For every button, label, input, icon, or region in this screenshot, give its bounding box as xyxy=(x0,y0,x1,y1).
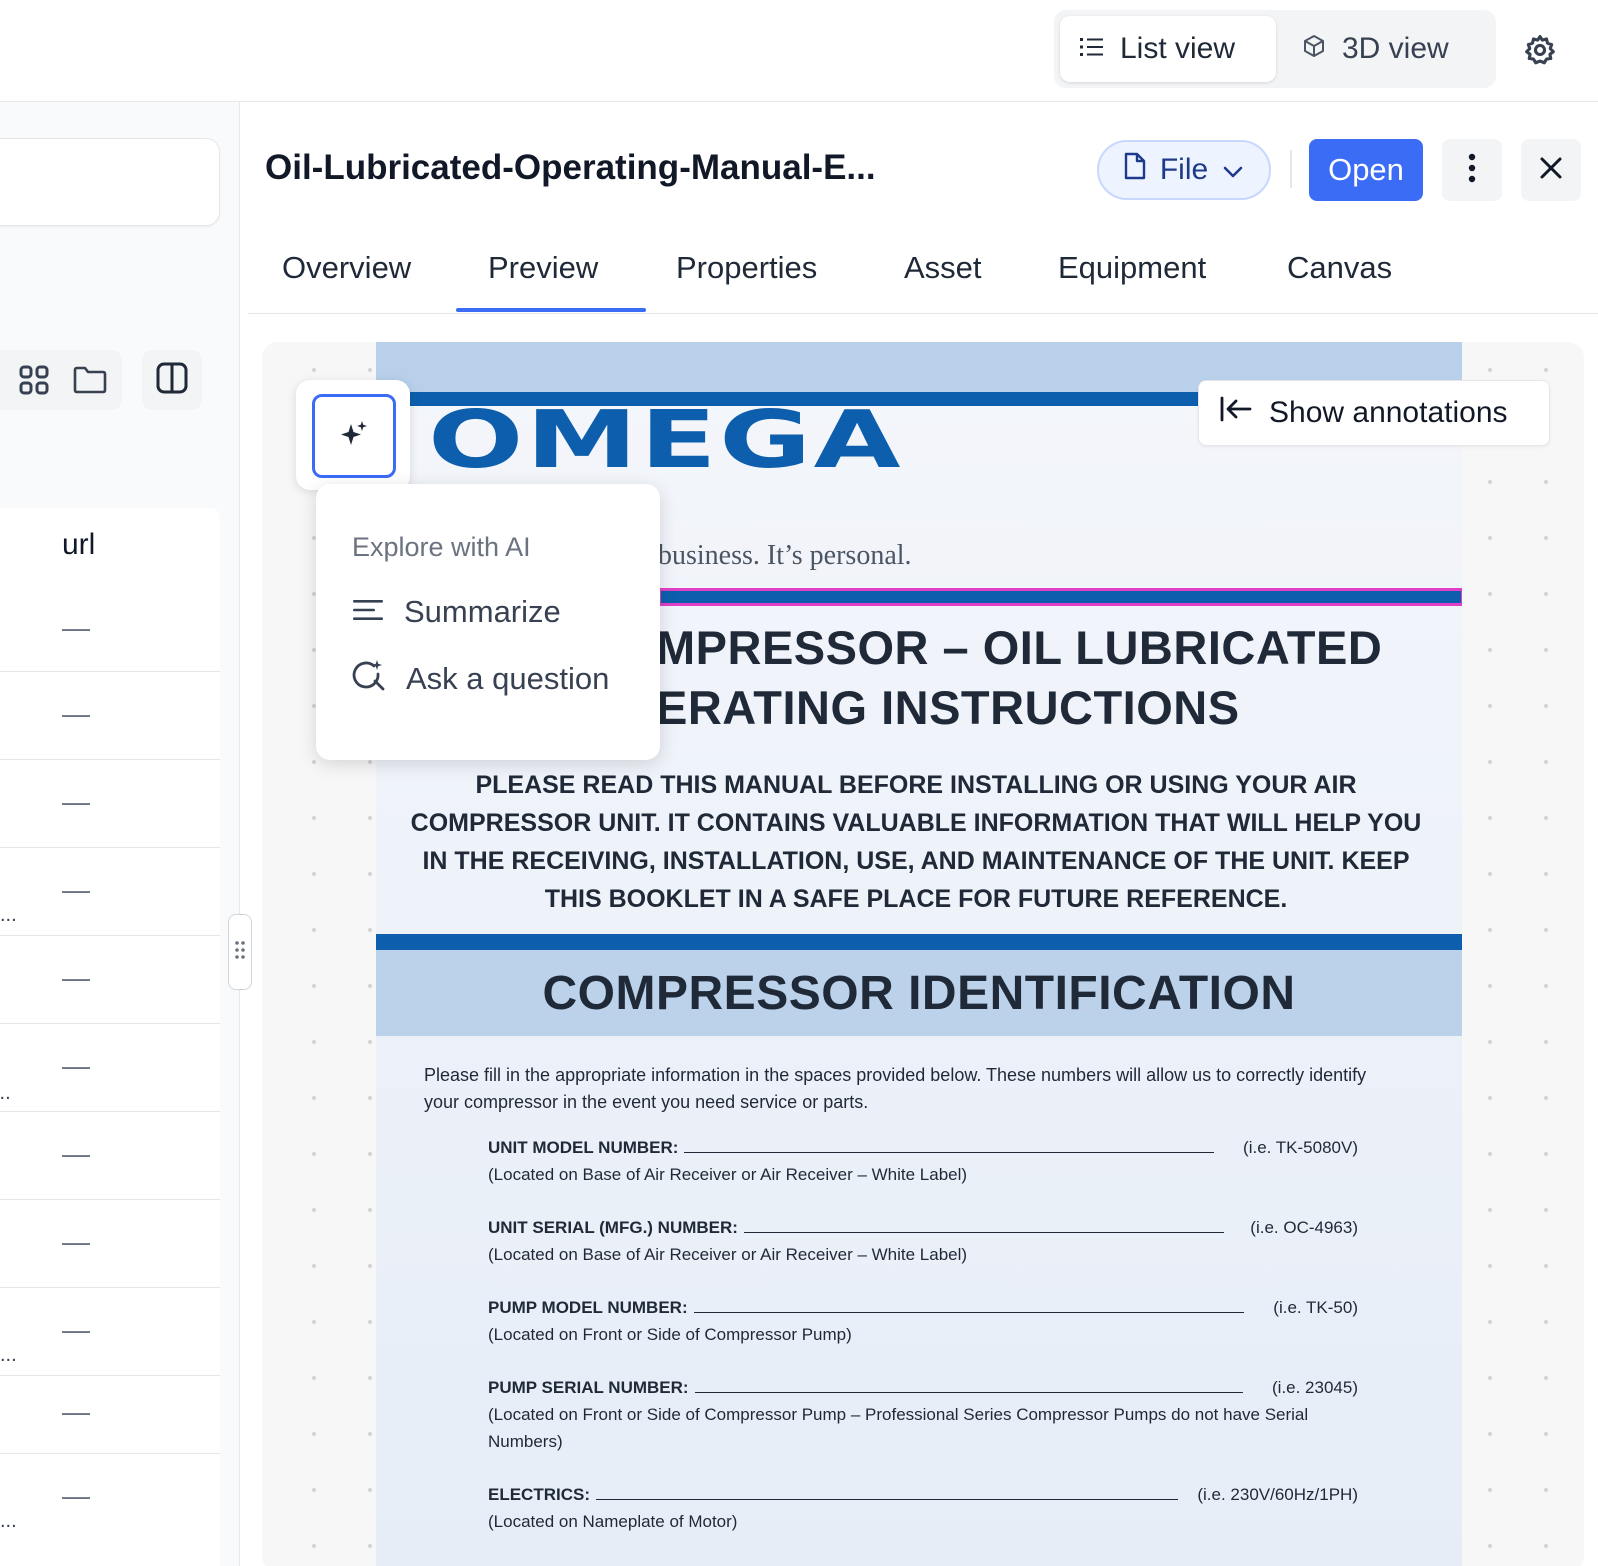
form-field-pump-serial: PUMP SERIAL NUMBER: (i.e. 23045) (Locate… xyxy=(488,1378,1358,1451)
close-icon xyxy=(1539,156,1563,185)
close-button[interactable] xyxy=(1521,139,1581,201)
arrow-left-to-bar-icon xyxy=(1219,395,1253,431)
table-row[interactable]: — xyxy=(0,1112,220,1200)
grid-icon[interactable] xyxy=(16,362,52,398)
active-tab-indicator xyxy=(456,308,646,312)
ai-explore-button[interactable] xyxy=(312,394,396,478)
list-view-label: List view xyxy=(1120,32,1236,65)
search-box[interactable] xyxy=(0,138,220,226)
table-row[interactable]: — xyxy=(0,1376,220,1454)
ai-menu-heading: Explore with AI xyxy=(352,532,531,562)
form-field-pump-model: PUMP MODEL NUMBER: (i.e. TK-50) (Located… xyxy=(488,1298,1358,1344)
ask-question-menu-item[interactable]: Ask a question xyxy=(352,658,609,700)
table-row[interactable]: —... xyxy=(0,1454,220,1566)
manual-heading-line2: ERATING INSTRUCTIONS xyxy=(656,681,1240,734)
ai-menu: Explore with AI Summarize Ask a question xyxy=(316,484,660,760)
document-title: Oil-Lubricated-Operating-Manual-E... xyxy=(265,148,876,187)
tab-canvas[interactable]: Canvas xyxy=(1287,250,1392,286)
panel-resize-handle[interactable] xyxy=(228,914,252,990)
section-title: COMPRESSOR IDENTIFICATION xyxy=(376,950,1462,1036)
table-row[interactable]: —... xyxy=(0,1024,220,1112)
table-row[interactable]: — xyxy=(0,1200,220,1288)
more-options-button[interactable] xyxy=(1442,139,1502,201)
drag-handle-icon xyxy=(234,939,246,966)
view-mode-toolbar xyxy=(0,350,122,410)
gear-icon[interactable] xyxy=(1518,28,1562,72)
summarize-menu-item[interactable]: Summarize xyxy=(352,594,561,630)
table-row[interactable]: — xyxy=(0,672,220,760)
folder-icon[interactable] xyxy=(72,362,108,398)
tab-overview[interactable]: Overview xyxy=(282,250,411,286)
3d-view-label: 3D view xyxy=(1342,32,1449,65)
asset-table: url — — — —... — —... — — —... — —... xyxy=(0,508,220,1566)
sparkle-icon xyxy=(338,418,370,455)
table-row[interactable]: —... xyxy=(0,848,220,936)
cube-icon xyxy=(1302,32,1326,66)
list-view-button[interactable]: List view xyxy=(1060,16,1276,82)
ask-question-label: Ask a question xyxy=(406,661,610,696)
ai-search-icon xyxy=(352,658,386,700)
table-row[interactable]: — xyxy=(0,760,220,848)
form-field-unit-model: UNIT MODEL NUMBER: (i.e. TK-5080V) (Loca… xyxy=(488,1138,1358,1184)
split-view-button[interactable] xyxy=(142,350,202,410)
show-annotations-label: Show annotations xyxy=(1269,396,1508,429)
table-row[interactable]: — xyxy=(0,590,220,672)
annotation-highlight[interactable] xyxy=(658,588,1462,606)
tab-asset[interactable]: Asset xyxy=(904,250,982,286)
chevron-down-icon xyxy=(1222,153,1244,187)
file-icon xyxy=(1124,152,1146,188)
detail-tabs: Overview Preview Properties Asset Equipm… xyxy=(248,226,1598,314)
header-divider xyxy=(1290,150,1292,188)
file-dropdown-button[interactable]: File xyxy=(1097,140,1271,200)
ai-button-container xyxy=(296,380,410,490)
tab-equipment[interactable]: Equipment xyxy=(1058,250,1206,286)
text-lines-icon xyxy=(352,594,384,630)
section-rule xyxy=(376,934,1462,950)
open-button[interactable]: Open xyxy=(1309,139,1423,201)
view-toggle: List view 3D view xyxy=(1054,10,1496,88)
manual-notice: PLEASE READ THIS MANUAL BEFORE INSTALLIN… xyxy=(410,771,1422,913)
list-icon xyxy=(1080,32,1104,66)
tab-properties[interactable]: Properties xyxy=(676,250,817,286)
left-panel: url — — — —... — —... — — —... — —... xyxy=(0,102,240,1566)
top-bar: List view 3D view xyxy=(0,0,1598,102)
manual-tagline: business. It’s personal. xyxy=(658,540,912,571)
form-field-unit-serial: UNIT SERIAL (MFG.) NUMBER: (i.e. OC-4963… xyxy=(488,1218,1358,1264)
3d-view-button[interactable]: 3D view xyxy=(1282,16,1490,82)
kebab-menu-icon xyxy=(1468,153,1476,188)
file-label: File xyxy=(1159,153,1209,186)
show-annotations-button[interactable]: Show annotations xyxy=(1198,380,1550,446)
column-header-url[interactable]: url xyxy=(62,528,95,562)
split-view-icon xyxy=(155,361,189,400)
summarize-label: Summarize xyxy=(404,594,561,629)
table-row[interactable]: — xyxy=(0,936,220,1024)
tab-preview[interactable]: Preview xyxy=(488,250,598,286)
table-row[interactable]: —... xyxy=(0,1288,220,1376)
section-intro: Please fill in the appropriate informati… xyxy=(424,1065,1367,1112)
form-field-electrics: ELECTRICS: (i.e. 230V/60Hz/1PH) (Located… xyxy=(488,1485,1358,1531)
manual-heading-line1: MPRESSOR – OIL LUBRICATED xyxy=(656,621,1383,674)
omega-logo: OMEGA xyxy=(428,394,903,487)
